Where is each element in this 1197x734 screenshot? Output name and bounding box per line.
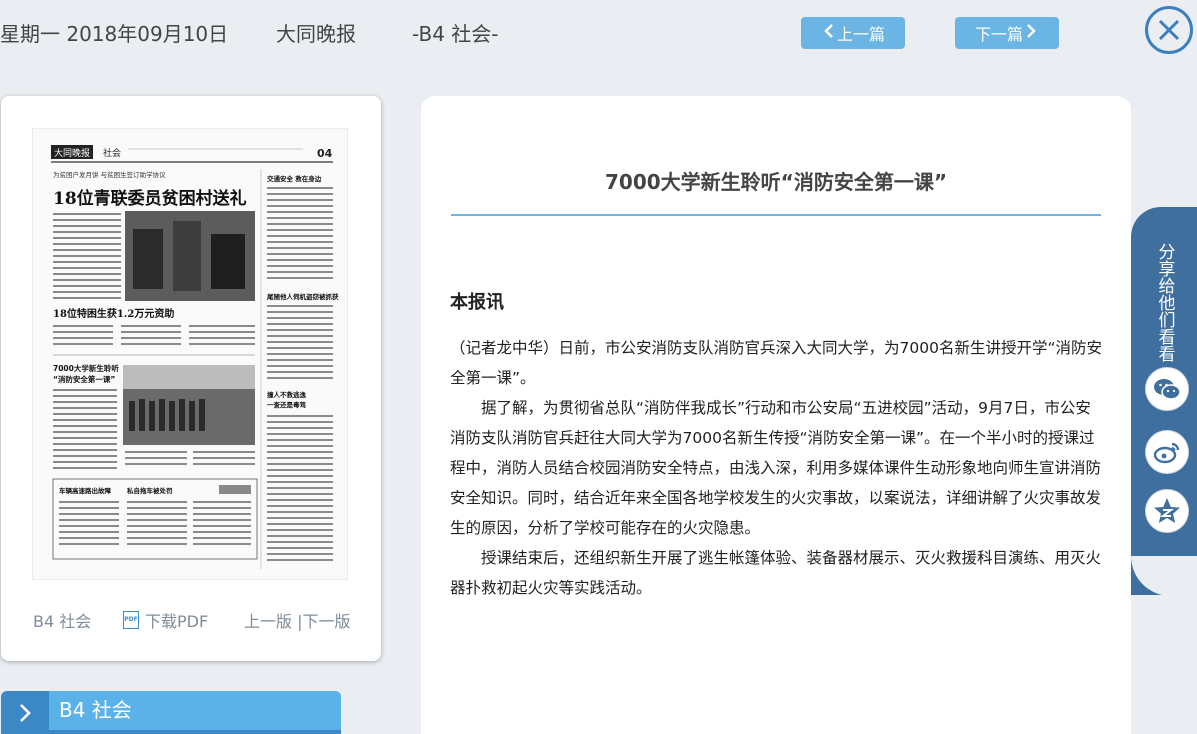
wechat-icon [1154,379,1181,400]
next-article-label: 下一篇 [974,25,1023,44]
newspaper-name: 大同晚报 [276,22,356,46]
article-paragraph: 授课结束后，还组织新生开展了逃生帐篷体验、装备器材展示、灭火救援科目演练、用灭火… [450,549,1102,597]
article-paragraph: （记者龙中华）日前，市公安消防支队消防官兵深入大同大学，为7000名新生讲授开学… [450,339,1102,387]
page-nav-links[interactable]: 上一版 |下一版 [244,608,350,632]
article-paragraph: 据了解，为贯彻省总队“消防伴我成长”行动和市公安局“五进校园”活动，9月7日，市… [450,399,1102,537]
article-byline: 本报讯 [450,292,504,313]
svg-text:18位特困生获1.2万元资助: 18位特困生获1.2万元资助 [53,307,174,320]
svg-text:7000大学新生聆听: 7000大学新生聆听 [53,363,119,373]
svg-text:尾随他人伺机盗窃被抓获: 尾随他人伺机盗窃被抓获 [266,292,339,301]
newspaper-page-thumbnail[interactable]: 大同晚报 社会 04 为贫困户发月饼 与贫困生签订助学协议 18位青联委员贫困村… [32,128,348,580]
close-icon [1158,19,1180,41]
svg-text:社会: 社会 [103,147,121,159]
section-tab-label: B4 社会 [49,691,341,730]
close-button[interactable] [1145,6,1193,54]
prev-article-label: 上一篇 [836,25,885,44]
download-pdf-label: 下载PDF [145,612,209,631]
svg-text:一查还是毒驾: 一查还是毒驾 [267,400,307,409]
article-title: 7000大学新生聆听“消防安全第一课” [605,170,947,194]
svg-text:交通安全 救在身边: 交通安全 救在身边 [267,174,322,183]
svg-text:撞人不救逃逸: 撞人不救逃逸 [267,390,307,399]
section-name: -B4 社会- [412,22,499,46]
pdf-icon: PDF [123,611,139,629]
issue-date: 星期一 2018年09月10日 [0,22,229,46]
section-tab[interactable]: B4 社会 [1,691,341,734]
svg-text:为贫困户发月饼 与贫困生签订助学协议: 为贫困户发月饼 与贫困生签订助学协议 [53,170,166,179]
edition-label[interactable]: B4 社会 [33,608,91,632]
next-article-button[interactable]: 下一篇 [955,17,1059,49]
article-body: （记者龙中华）日前，市公安消防支队消防官兵深入大同大学，为7000名新生讲授开学… [450,333,1102,603]
svg-text:“消防安全第一课”: “消防安全第一课” [53,374,115,384]
page: 星期一 2018年09月10日 大同晚报 -B4 社会- 上一篇 下一篇 大同晚… [0,0,1197,734]
svg-text:18位青联委员贫困村送礼: 18位青联委员贫困村送礼 [53,188,247,209]
page-preview-card: 大同晚报 社会 04 为贫困户发月饼 与贫困生签订助学协议 18位青联委员贫困村… [1,96,381,661]
title-divider [451,214,1101,216]
weibo-icon [1153,442,1180,464]
share-weibo-button[interactable] [1146,431,1188,473]
prev-article-button[interactable]: 上一篇 [801,17,905,49]
download-pdf-link[interactable]: PDF 下载PDF [123,608,208,632]
article-panel: 7000大学新生聆听“消防安全第一课” 本报讯 （记者龙中华）日前，市公安消防支… [421,96,1131,734]
share-sidebar: 分享给他们看看 [1131,207,1197,596]
chevron-left-icon [823,23,835,44]
svg-text:04: 04 [317,147,333,160]
svg-text:大同晚报: 大同晚报 [54,147,90,159]
share-wechat-button[interactable] [1146,368,1188,410]
svg-text:私自拖车被处罚: 私自拖车被处罚 [126,486,173,495]
share-label: 分享给他们看看 [1158,243,1176,365]
share-qzone-button[interactable] [1146,490,1188,532]
qzone-icon [1154,498,1180,523]
chevron-right-icon [1025,23,1037,44]
svg-text:车辆高速路出故障: 车辆高速路出故障 [59,486,112,495]
chevron-right-icon [1,691,49,734]
